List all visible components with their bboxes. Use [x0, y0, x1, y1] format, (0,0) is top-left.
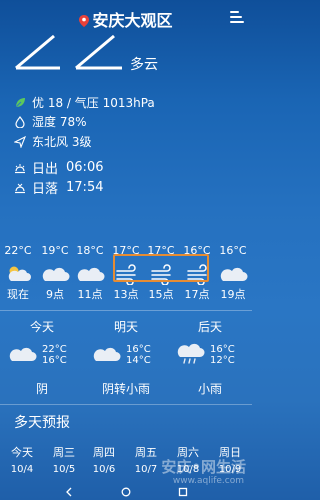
daily-item[interactable]: 后天 16°C 12°C 小雨: [168, 318, 252, 397]
wind-text: 东北风 3级: [32, 135, 92, 149]
hourly-label: 11点: [77, 288, 103, 301]
sunrise-icon: [15, 163, 25, 173]
hourly-item[interactable]: 22°C 现在: [0, 244, 37, 302]
hourly-item[interactable]: 16°C 19点: [214, 244, 252, 302]
sunrise-row: 日出 06:06: [14, 158, 103, 177]
daily-desc: 阴转小雨: [101, 382, 150, 396]
hourly-temp: 18°C: [76, 244, 104, 257]
daily-desc: 阴: [35, 382, 48, 396]
current-temperature-display: [10, 32, 230, 80]
daily-item[interactable]: 今天 22°C 16°C 阴: [0, 318, 84, 397]
daily-desc: 小雨: [197, 382, 222, 396]
forecast-weekday: 周五: [135, 446, 157, 459]
air-quality-row[interactable]: 优 18 / 气压 1013hPa: [14, 94, 155, 111]
forecast-day[interactable]: 周四 10/6: [86, 444, 122, 475]
humidity-row: 湿度 78%: [14, 113, 87, 130]
daily-day: 今天: [29, 320, 54, 334]
back-icon[interactable]: [64, 487, 74, 497]
wind-row: 东北风 3级: [14, 133, 91, 150]
daily-day: 明天: [113, 320, 138, 334]
daily-low: 12°C: [210, 355, 235, 366]
location-header[interactable]: 安庆大观区: [0, 7, 252, 31]
daily-high: 16°C: [126, 344, 151, 355]
forecast-day[interactable]: 周五 10/7: [128, 444, 164, 475]
humidity-text: 湿度 78%: [32, 115, 87, 129]
hourly-temp: 19°C: [41, 244, 69, 257]
forecast-weekday: 周三: [53, 446, 75, 459]
menu-icon[interactable]: [230, 8, 244, 23]
multi-day-title: 多天预报: [14, 415, 70, 431]
home-icon[interactable]: [121, 487, 131, 497]
daily-high: 22°C: [42, 344, 67, 355]
droplet-icon: [15, 115, 25, 128]
forecast-day[interactable]: 今天 10/4: [4, 444, 40, 475]
sunset-time: 17:54: [66, 180, 104, 195]
daily-low: 14°C: [126, 355, 151, 366]
divider: [0, 310, 252, 311]
daily-day: 后天: [197, 320, 222, 334]
daily-high: 16°C: [210, 344, 235, 355]
recents-icon[interactable]: [178, 487, 188, 497]
rain-cloud-icon: [177, 343, 205, 364]
system-nav-bar: [0, 484, 252, 500]
hourly-label: 17点: [184, 288, 210, 301]
daily-low: 16°C: [42, 355, 67, 366]
cloud-icon: [9, 347, 37, 361]
daily-item[interactable]: 明天 16°C 14°C 阴转小雨: [84, 318, 168, 397]
cloud-icon: [42, 267, 70, 281]
air-pressure-text: 优 18 / 气压 1013hPa: [32, 96, 155, 110]
sunset-icon: [15, 183, 25, 193]
hourly-temp: 22°C: [4, 244, 32, 257]
leaf-icon: [15, 97, 25, 107]
wind-hours-highlight: [113, 254, 209, 282]
hourly-item[interactable]: 19°C 9点: [36, 244, 74, 302]
forecast-weekday: 周四: [93, 446, 115, 459]
sunrise-label: 日出: [32, 162, 59, 177]
sunset-row: 日落 17:54: [14, 178, 103, 197]
wind-direction-icon: [14, 135, 26, 148]
hourly-item[interactable]: 18°C 11点: [71, 244, 109, 302]
hourly-label: 现在: [7, 288, 29, 301]
three-day-forecast[interactable]: 今天 22°C 16°C 阴 明天 16°C 14°C 阴转小雨 后天 16°C…: [0, 318, 252, 408]
hourly-label: 15点: [148, 288, 174, 301]
hourly-label: 19点: [220, 288, 246, 301]
sunrise-time: 06:06: [66, 160, 104, 175]
sunset-label: 日落: [32, 182, 59, 197]
location-pin-icon: [79, 15, 90, 27]
forecast-date: 10/7: [134, 464, 158, 475]
partly-cloudy-icon: [8, 266, 31, 281]
watermark: 安庆•网生活: [161, 458, 246, 476]
hourly-label: 9点: [46, 288, 64, 301]
city-name: 安庆大观区: [92, 11, 173, 30]
hourly-temp: 16°C: [219, 244, 247, 257]
forecast-weekday: 今天: [11, 446, 33, 459]
current-condition: 多云: [130, 57, 158, 73]
forecast-day[interactable]: 周三 10/5: [46, 444, 82, 475]
hourly-label: 13点: [113, 288, 139, 301]
cloud-icon: [93, 347, 121, 361]
divider: [0, 404, 252, 405]
cloud-icon: [220, 267, 248, 281]
forecast-date: 10/6: [92, 464, 116, 475]
forecast-date: 10/5: [52, 464, 76, 475]
cloud-icon: [77, 267, 105, 281]
forecast-date: 10/4: [10, 464, 34, 475]
